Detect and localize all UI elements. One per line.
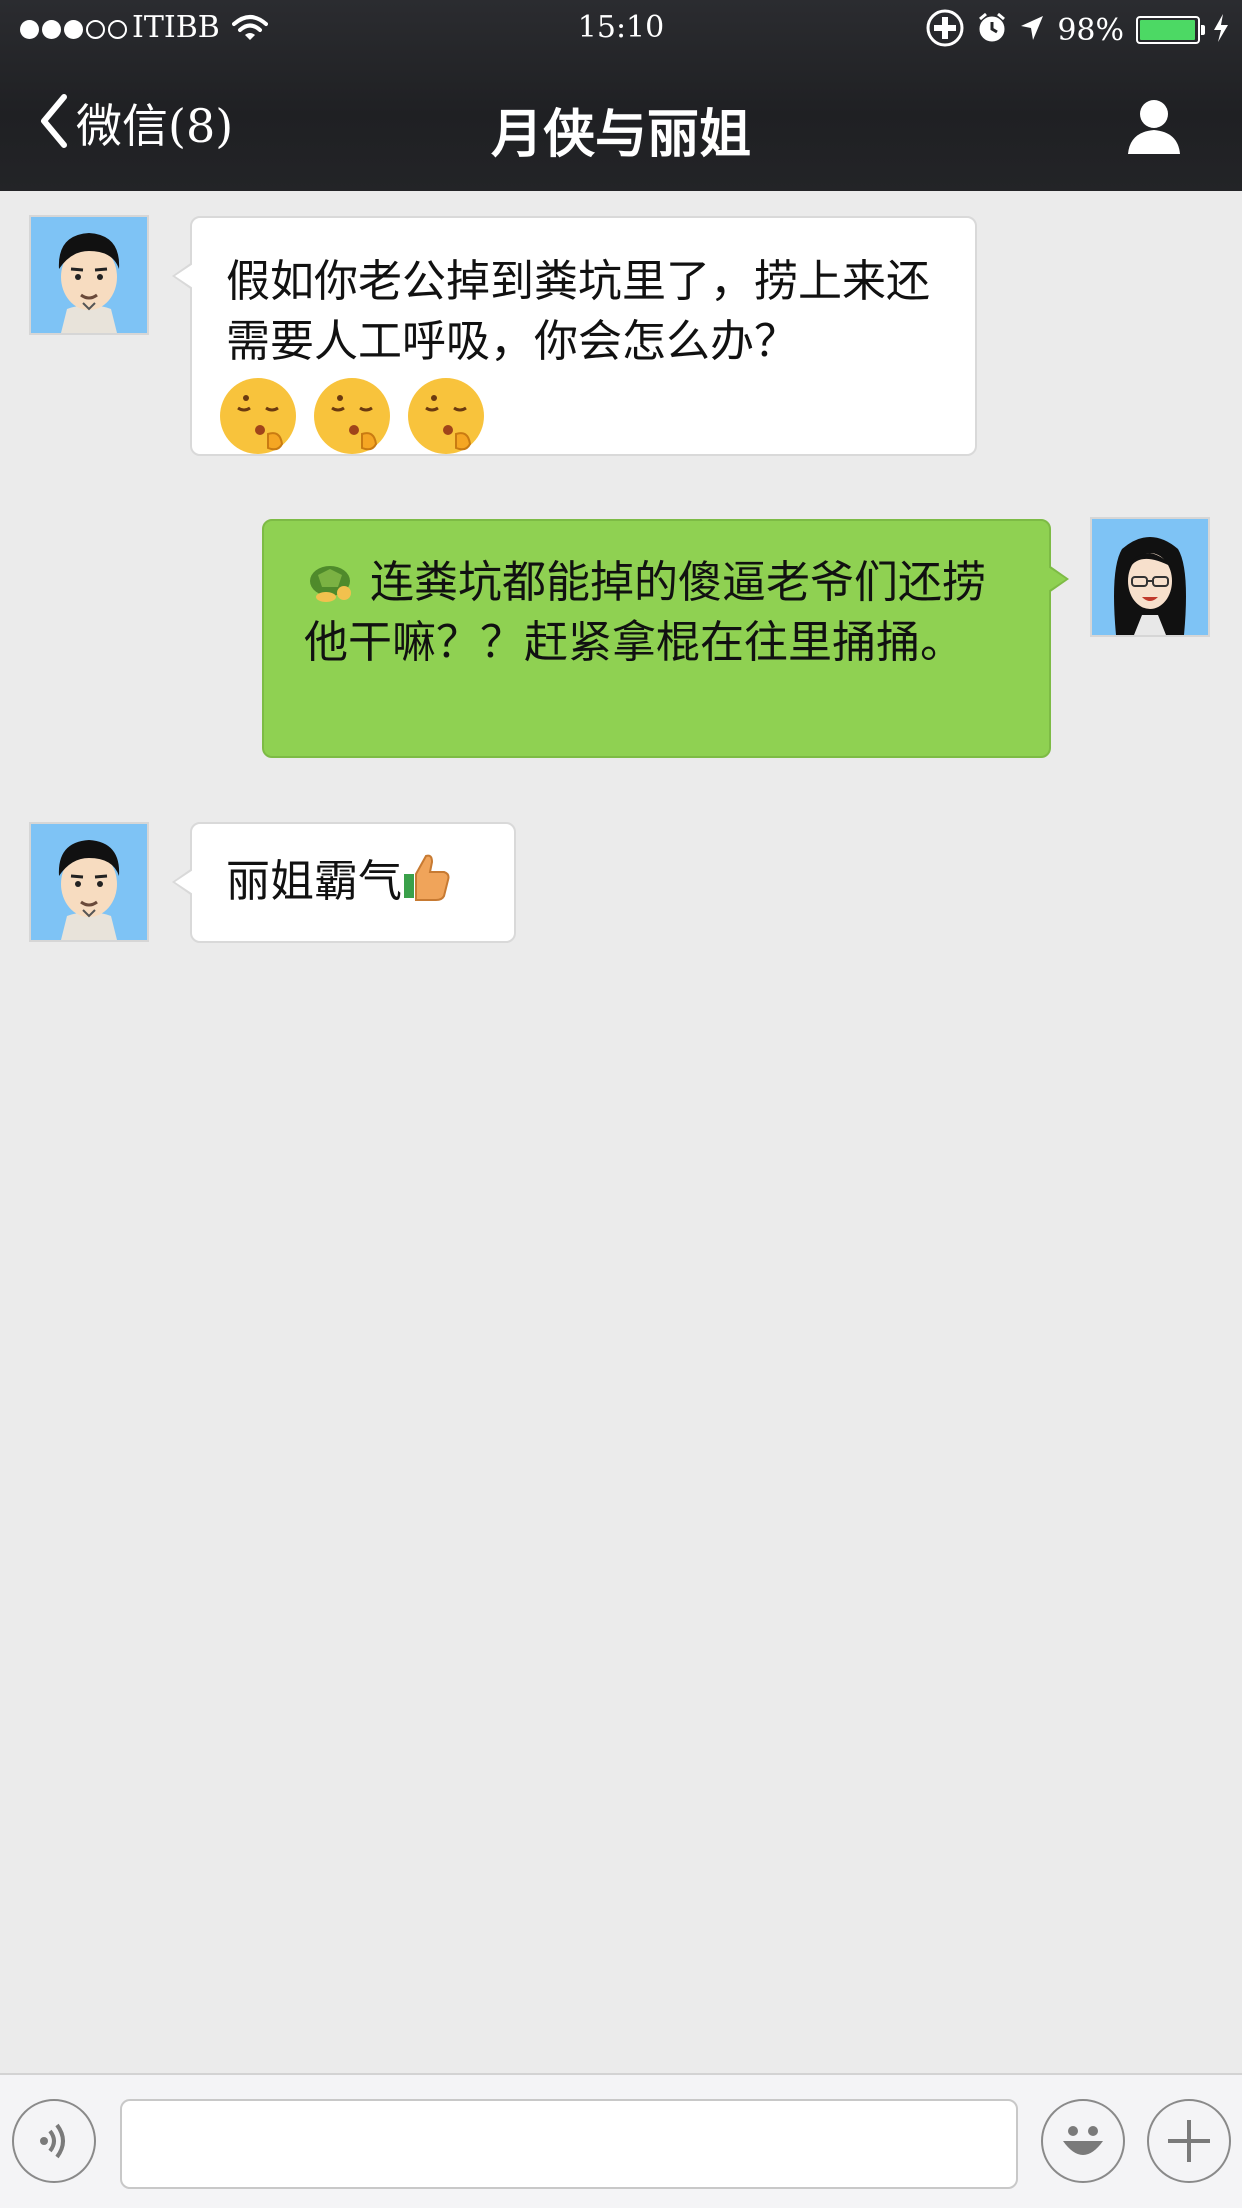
avatar[interactable] — [29, 215, 149, 335]
profile-button[interactable] — [1124, 96, 1184, 160]
female-avatar-icon — [1092, 519, 1208, 635]
message-text: 假如你老公掉到粪坑里了，捞上来还需要人工呼吸，你会怎么办？ — [226, 256, 930, 367]
profile-icon — [1128, 100, 1180, 154]
nav-bar: 微信(8) 月侠与丽姐 — [0, 60, 1242, 191]
battery-fill — [1140, 20, 1195, 40]
message-bubble[interactable]: 假如你老公掉到粪坑里了，捞上来还需要人工呼吸，你会怎么办？ — [172, 216, 977, 458]
shushing-face-icon — [314, 378, 390, 454]
page-title: 月侠与丽姐 — [490, 105, 751, 165]
shushing-face-icon — [220, 378, 296, 454]
message-bubble[interactable]: 连粪坑都能掉的傻逼老爷们还捞他干嘛？？赶紧拿棍在往里捅捅。 — [262, 519, 1069, 758]
voice-icon — [40, 2123, 65, 2159]
alarm-icon — [977, 12, 1007, 48]
chat-screen: ITIBB 15:10 98% 微信(8) 月侠与丽姐 假如你老公掉到粪坑里了，… — [0, 0, 1242, 2208]
message-body: 连粪坑都能掉的傻逼老爷们还捞他干嘛？？赶紧拿棍在往里捅捅。 — [304, 553, 1019, 673]
more-button[interactable] — [1147, 2099, 1231, 2183]
message-text: 连粪坑都能掉的傻逼老爷们还捞他干嘛？？赶紧拿棍在往里捅捅。 — [304, 557, 986, 668]
emoji-icon — [1063, 2126, 1103, 2155]
charging-icon — [1212, 13, 1230, 47]
input-bar — [0, 2073, 1242, 2208]
emoji-button[interactable] — [1041, 2099, 1125, 2183]
battery-percent: 98% — [1057, 12, 1124, 48]
avatar[interactable] — [1090, 517, 1210, 637]
status-bar: ITIBB 15:10 98% — [0, 0, 1242, 60]
shushing-face-icon — [408, 378, 484, 454]
message-bubble[interactable]: 丽姐霸气 — [172, 822, 516, 943]
plus-icon — [1168, 2120, 1210, 2162]
voice-button[interactable] — [12, 2099, 96, 2183]
message-input[interactable] — [120, 2099, 1018, 2189]
thumbs-up-icon — [404, 854, 450, 901]
battery-icon — [1136, 16, 1205, 44]
male-avatar-icon — [31, 824, 147, 940]
emoji-row — [216, 374, 945, 458]
screen-lock-icon — [925, 8, 965, 52]
top-bar: ITIBB 15:10 98% 微信(8) 月侠与丽姐 — [0, 0, 1242, 191]
male-avatar-icon — [31, 217, 147, 333]
message-text: 丽姐霸气 — [226, 856, 402, 907]
turtle-emoji-icon — [310, 566, 351, 602]
avatar[interactable] — [29, 822, 149, 942]
message-body: 丽姐霸气 — [226, 852, 488, 912]
status-right: 98% — [925, 8, 1230, 52]
location-icon — [1019, 14, 1045, 46]
